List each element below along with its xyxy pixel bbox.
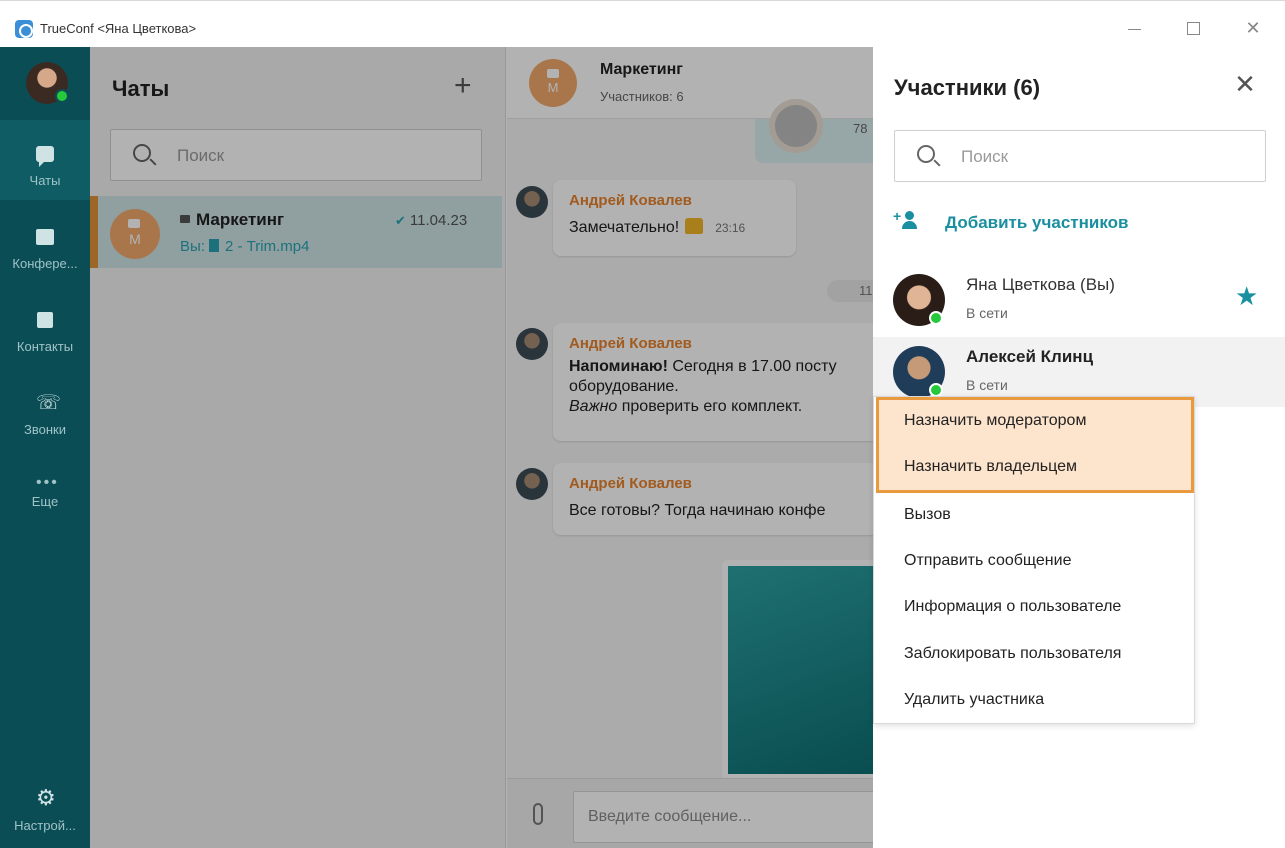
chat-icon: [36, 146, 54, 167]
more-icon: •••: [36, 474, 59, 491]
search-icon: [917, 145, 935, 163]
menu-item-make-moderator[interactable]: Назначить модератором: [904, 412, 1086, 430]
window-title: TrueConf <Яна Цветкова>: [40, 21, 197, 36]
nav-item-conferences[interactable]: Конфере...: [0, 203, 90, 283]
menu-item-block-user[interactable]: Заблокировать пользователя: [904, 645, 1121, 663]
participant-status: В сети: [966, 377, 1008, 393]
owner-star-icon: ★: [1235, 281, 1259, 311]
modal-backdrop[interactable]: [90, 47, 873, 848]
nav-label: Еще: [31, 494, 59, 509]
gear-icon: ⚙: [36, 785, 56, 810]
add-user-icon: +: [893, 209, 921, 229]
menu-item-user-info[interactable]: Информация о пользователе: [904, 598, 1121, 616]
close-icon: ✕: [1234, 69, 1256, 99]
online-indicator: [929, 383, 943, 397]
contacts-icon: [37, 312, 53, 328]
participants-search-input[interactable]: Поиск: [894, 130, 1266, 182]
minimize-button[interactable]: [1120, 15, 1150, 41]
window-titlebar: TrueConf <Яна Цветкова> ✕: [0, 0, 1285, 47]
online-indicator: [929, 311, 943, 325]
menu-item-make-owner[interactable]: Назначить владельцем: [904, 458, 1077, 476]
trueconf-logo-icon: [15, 20, 33, 38]
participant-name: Алексей Клинц: [966, 347, 1094, 366]
participant-status: В сети: [966, 305, 1008, 321]
nav-item-contacts[interactable]: Контакты: [0, 286, 90, 366]
participant-row[interactable]: Яна Цветкова (Вы) В сети ★: [873, 265, 1285, 335]
participant-name: Яна Цветкова (Вы): [966, 275, 1115, 294]
online-indicator: [55, 89, 69, 103]
conference-icon: [36, 229, 54, 245]
add-participants-label: Добавить участников: [945, 213, 1129, 232]
nav-label: Контакты: [16, 339, 74, 354]
left-nav: Чаты Конфере... Контакты ☏ Звонки ••• Ещ…: [0, 47, 90, 848]
nav-label: Настрой...: [14, 818, 76, 833]
participant-context-menu: Назначить модератором Назначить владельц…: [873, 396, 1195, 724]
nav-label: Конфере...: [12, 256, 78, 271]
nav-item-chats[interactable]: Чаты: [0, 120, 90, 200]
participants-title: Участники (6): [894, 75, 1041, 100]
nav-item-calls[interactable]: ☏ Звонки: [0, 369, 90, 449]
maximize-button[interactable]: [1178, 15, 1208, 41]
calls-icon: ☏: [36, 392, 62, 414]
menu-item-remove-participant[interactable]: Удалить участника: [904, 691, 1044, 709]
nav-item-settings[interactable]: ⚙ Настрой...: [0, 767, 90, 847]
nav-item-more[interactable]: ••• Еще: [0, 452, 90, 532]
search-placeholder: Поиск: [961, 147, 1009, 166]
close-icon: ✕: [1245, 18, 1261, 38]
menu-item-call[interactable]: Вызов: [904, 506, 951, 524]
nav-label: Чаты: [29, 173, 61, 188]
window-close-button[interactable]: ✕: [1238, 15, 1268, 41]
close-panel-button[interactable]: ✕: [1230, 69, 1260, 99]
menu-item-send-message[interactable]: Отправить сообщение: [904, 552, 1071, 570]
nav-label: Звонки: [24, 422, 66, 437]
